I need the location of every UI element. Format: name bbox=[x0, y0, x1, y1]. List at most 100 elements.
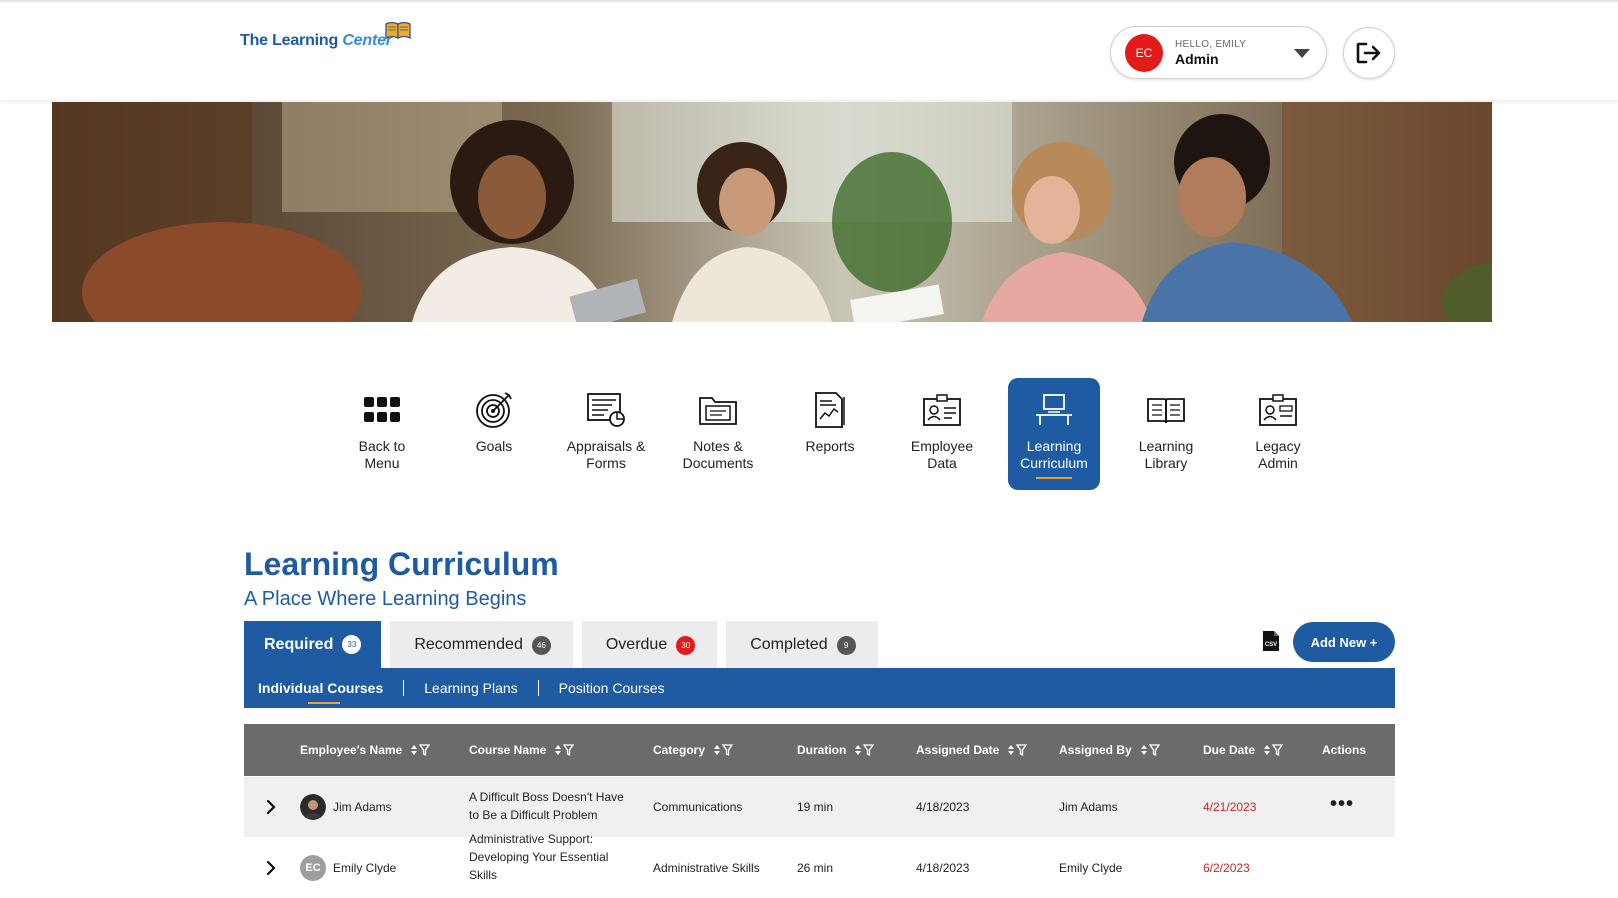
grid-icon bbox=[362, 390, 402, 430]
nav-label-line1: Employee bbox=[910, 438, 974, 454]
subnav-position-courses[interactable]: Position Courses bbox=[559, 680, 685, 696]
add-new-button[interactable]: Add New + bbox=[1293, 622, 1395, 662]
nav-label-line1: Learning bbox=[1026, 438, 1082, 454]
report-icon bbox=[810, 390, 850, 430]
nav-label-line1: Reports bbox=[805, 438, 855, 454]
subnav-individual-courses[interactable]: Individual Courses bbox=[258, 680, 403, 704]
nav-label-line2: Data bbox=[927, 455, 957, 471]
csv-label: CSV bbox=[1265, 642, 1277, 648]
chevron-down-icon[interactable] bbox=[1294, 49, 1310, 58]
column-label: Due Date bbox=[1203, 743, 1256, 757]
duration: 19 min bbox=[797, 800, 834, 814]
target-icon bbox=[474, 390, 514, 430]
divider bbox=[537, 680, 539, 696]
chevron-right-icon[interactable] bbox=[266, 860, 276, 876]
column-header-employee[interactable]: Employee's Name bbox=[300, 743, 431, 757]
column-label: Assigned Date bbox=[916, 743, 1000, 757]
nav-employee-data[interactable]: Employee Data bbox=[896, 378, 988, 490]
tab-recommended[interactable]: Recommended 46 bbox=[390, 621, 573, 669]
tab-overdue[interactable]: Overdue 30 bbox=[581, 621, 718, 669]
assigned-date: 4/18/2023 bbox=[916, 800, 970, 814]
column-label: Employee's Name bbox=[300, 743, 403, 757]
sort-filter-icon[interactable] bbox=[713, 744, 734, 756]
sort-filter-icon[interactable] bbox=[854, 744, 875, 756]
user-menu[interactable]: EC HELLO, EMILY Admin bbox=[1110, 26, 1327, 79]
nav-label-line1: Legacy bbox=[1255, 438, 1301, 454]
folder-icon bbox=[698, 390, 738, 430]
nav-label-line2: Forms bbox=[586, 455, 626, 471]
table-row[interactable]: EC Emily Clyde Administrative Support: De… bbox=[244, 832, 1395, 898]
sort-filter-icon[interactable] bbox=[1263, 744, 1284, 756]
column-header-assigned-date[interactable]: Assigned Date bbox=[916, 743, 1028, 757]
divider bbox=[403, 680, 405, 696]
nav-label-line2: Library bbox=[1144, 455, 1188, 471]
assigned-by: Emily Clyde bbox=[1059, 861, 1123, 875]
nav-back-to-menu[interactable]: Back to Menu bbox=[336, 378, 428, 490]
assigned-by: Jim Adams bbox=[1059, 800, 1118, 814]
csv-export-button[interactable]: CSV bbox=[1262, 630, 1280, 657]
course-name[interactable]: A Difficult Boss Doesn't Have to Be a Dif… bbox=[469, 788, 639, 824]
table-row[interactable]: Jim Adams A Difficult Boss Doesn't Have t… bbox=[244, 777, 1395, 837]
employee-name[interactable]: Jim Adams bbox=[333, 800, 392, 814]
tab-required[interactable]: Required 33 bbox=[244, 621, 382, 668]
nav-learning-curriculum[interactable]: Learning Curriculum bbox=[1008, 378, 1100, 490]
open-book-icon bbox=[1146, 390, 1186, 430]
column-header-duration[interactable]: Duration bbox=[797, 743, 875, 757]
course-name-line: to Be a Difficult Problem bbox=[469, 808, 598, 822]
nav-label-line2: Documents bbox=[682, 455, 754, 471]
avatar bbox=[300, 794, 326, 820]
course-name-line: A Difficult Boss Doesn't Have bbox=[469, 790, 624, 804]
nav-learning-library[interactable]: Learning Library bbox=[1120, 378, 1212, 490]
book-logo-icon bbox=[385, 21, 411, 40]
count-badge: 46 bbox=[531, 635, 551, 655]
user-avatar: EC bbox=[1125, 33, 1163, 72]
duration: 26 min bbox=[797, 861, 834, 875]
column-header-assigned-by[interactable]: Assigned By bbox=[1059, 743, 1160, 757]
nav-legacy-admin[interactable]: Legacy Admin bbox=[1232, 378, 1324, 490]
column-label: Assigned By bbox=[1059, 743, 1132, 757]
nav-label-line1: Learning bbox=[1138, 438, 1194, 454]
sort-filter-icon[interactable] bbox=[1140, 744, 1160, 756]
tab-completed[interactable]: Completed 9 bbox=[726, 621, 878, 669]
course-name[interactable]: Administrative Support: Developing Your E… bbox=[469, 830, 639, 884]
id-card-icon bbox=[922, 390, 962, 430]
greeting: HELLO, EMILY bbox=[1175, 38, 1247, 50]
nav-label-line1: Back to bbox=[358, 438, 406, 454]
chevron-right-icon[interactable] bbox=[266, 799, 276, 815]
sort-filter-icon[interactable] bbox=[410, 744, 431, 756]
page-title: Learning Curriculum bbox=[244, 546, 559, 582]
column-header-due-date[interactable]: Due Date bbox=[1203, 743, 1284, 757]
nav-appraisals-forms[interactable]: Appraisals & Forms bbox=[560, 378, 652, 490]
nav-reports[interactable]: Reports bbox=[784, 378, 876, 490]
nav-label-line1: Goals bbox=[475, 438, 513, 454]
avatar: EC bbox=[300, 855, 326, 881]
course-name-line: Administrative Support: bbox=[469, 832, 594, 846]
column-label: Actions bbox=[1322, 743, 1367, 757]
nav-label-line1: Notes & bbox=[693, 438, 743, 454]
nav-goals[interactable]: Goals bbox=[448, 378, 540, 490]
more-actions-icon[interactable]: ••• bbox=[1330, 793, 1354, 816]
logout-button[interactable] bbox=[1343, 27, 1395, 79]
column-header-category[interactable]: Category bbox=[653, 743, 734, 757]
logo[interactable]: The Learning Center bbox=[240, 21, 412, 50]
module-nav: Back to Menu Goals Appraisals & Forms No… bbox=[336, 378, 1344, 490]
column-label: Course Name bbox=[469, 743, 547, 757]
sort-filter-icon[interactable] bbox=[1007, 744, 1028, 756]
course-name-line: Developing Your Essential bbox=[469, 850, 609, 864]
tab-label: Required bbox=[264, 635, 334, 653]
nav-notes-documents[interactable]: Notes & Documents bbox=[672, 378, 764, 490]
form-chart-icon bbox=[586, 390, 626, 430]
subnav-learning-plans[interactable]: Learning Plans bbox=[424, 680, 537, 696]
hero-banner-image bbox=[52, 102, 1492, 322]
employee-name[interactable]: Emily Clyde bbox=[333, 861, 396, 875]
team-meeting-photo bbox=[52, 102, 1492, 322]
assigned-date: 4/18/2023 bbox=[916, 861, 970, 875]
sub-navigation: Individual Courses Learning Plans Positi… bbox=[244, 668, 1395, 708]
active-underline bbox=[1036, 477, 1072, 479]
sort-filter-icon[interactable] bbox=[554, 744, 575, 756]
column-header-course[interactable]: Course Name bbox=[469, 743, 575, 757]
top-bar: The Learning Center EC HELLO, EMILY Admi… bbox=[0, 0, 1618, 100]
tab-label: Overdue bbox=[605, 636, 668, 653]
status-tabs: Required 33 Recommended 46 Overdue 30 Co… bbox=[244, 621, 887, 669]
table-header: Employee's Name Course Name Category Dur… bbox=[244, 724, 1395, 776]
